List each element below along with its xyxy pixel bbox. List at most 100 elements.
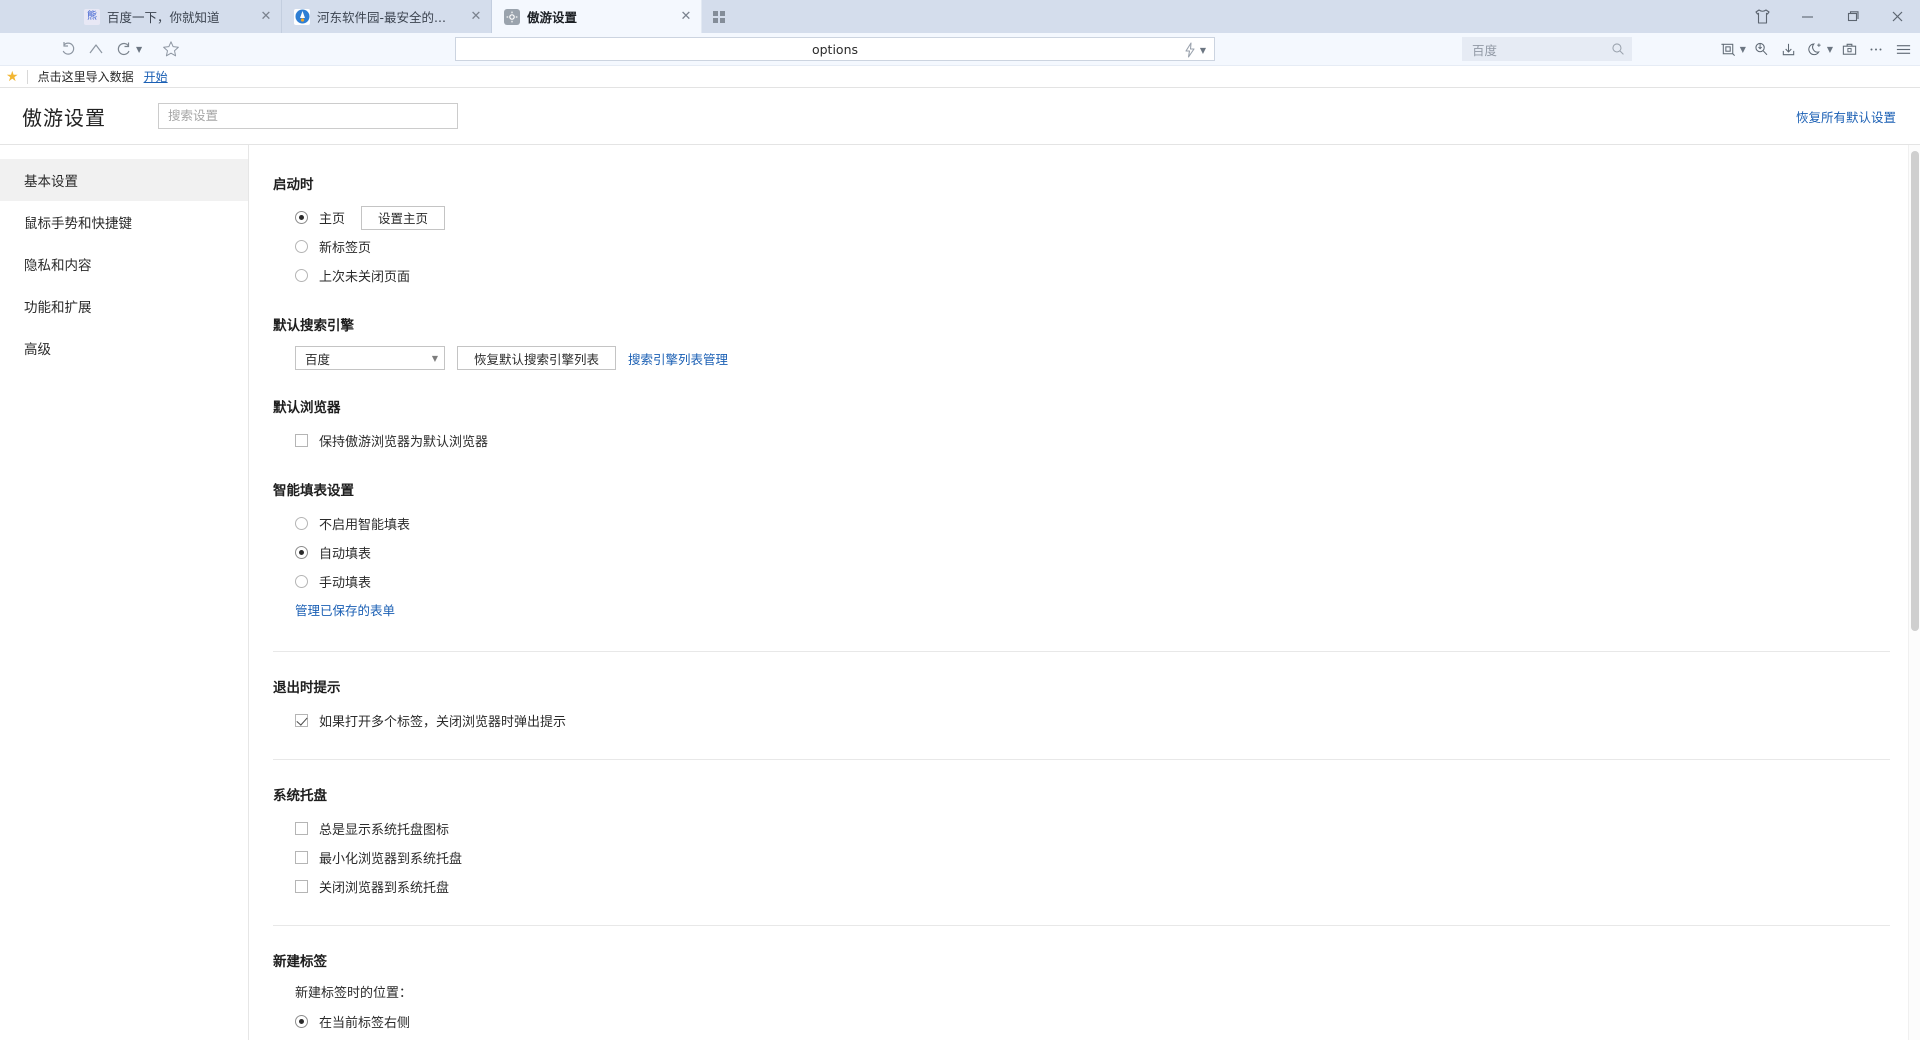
option-label: 主页 [319, 212, 346, 227]
tab-list-button[interactable] [702, 0, 736, 33]
option-label: 最小化浏览器到系统托盘 [319, 852, 463, 867]
radio-icon[interactable] [295, 1015, 308, 1028]
new-tab-option-right-of-current[interactable]: 在当前标签右侧 [273, 1009, 1890, 1034]
chevron-down-icon: ▼ [431, 353, 438, 363]
restore-search-engines-button[interactable]: 恢复默认搜索引擎列表 [457, 346, 617, 370]
browser-tab[interactable]: 熊 百度一下，你就知道 ✕ [72, 0, 282, 33]
sidebar-item-features[interactable]: 功能和扩展 [0, 285, 248, 327]
favorites-star-icon[interactable]: ★ [6, 69, 19, 85]
sidebar-item-basic[interactable]: 基本设置 [0, 159, 248, 201]
content-scrollbar[interactable] [1908, 145, 1920, 1040]
maximize-button[interactable] [1830, 0, 1875, 33]
tray-option-minimize[interactable]: 最小化浏览器到系统托盘 [273, 845, 1890, 870]
manage-search-engines-link[interactable]: 搜索引擎列表管理 [628, 349, 728, 368]
shirt-icon [1755, 9, 1770, 24]
radio-icon[interactable] [295, 269, 308, 282]
night-mode-button[interactable] [1803, 37, 1829, 63]
tab-close-icon[interactable]: ✕ [467, 8, 485, 26]
import-start-link[interactable]: 开始 [144, 68, 168, 85]
refresh-button[interactable] [111, 36, 137, 62]
radio-icon[interactable] [295, 517, 308, 530]
checkbox-icon[interactable] [295, 434, 308, 447]
back-arrow-icon [62, 42, 75, 55]
radio-icon[interactable] [295, 240, 308, 253]
zoom-icon [1755, 42, 1768, 56]
radio-icon[interactable] [295, 546, 308, 559]
checkbox-icon[interactable] [295, 822, 308, 835]
selected-engine: 百度 [305, 351, 331, 367]
screenshot-button[interactable] [1716, 37, 1742, 63]
sidebar-item-privacy[interactable]: 隐私和内容 [0, 243, 248, 285]
chevron-down-icon[interactable]: ▼ [1740, 45, 1746, 54]
address-text: options [811, 41, 859, 57]
tab-close-icon[interactable]: ✕ [677, 8, 695, 26]
minimize-button[interactable] [1785, 0, 1830, 33]
checkbox-icon[interactable] [295, 714, 308, 727]
smart-form-option-manual[interactable]: 手动填表 [273, 569, 1890, 594]
toolbox-icon [1842, 43, 1856, 55]
manage-forms-row: 管理已保存的表单 [273, 600, 1890, 619]
address-input[interactable]: options ▼ [455, 37, 1215, 61]
search-engine-select[interactable]: 百度 ▼ [295, 346, 445, 370]
checkbox-icon[interactable] [295, 880, 308, 893]
radio-icon[interactable] [295, 211, 308, 224]
chevron-down-icon[interactable]: ▼ [1200, 46, 1206, 55]
tray-option-close[interactable]: 关闭浏览器到系统托盘 [273, 874, 1890, 899]
browser-tab[interactable]: 河东软件园-最安全的... ✕ [282, 0, 492, 33]
favorite-button[interactable] [158, 36, 184, 62]
exit-prompt-option[interactable]: 如果打开多个标签，关闭浏览器时弹出提示 [273, 708, 1890, 733]
default-browser-option[interactable]: 保持傲游浏览器为默认浏览器 [273, 428, 1890, 453]
maximize-icon [1847, 11, 1859, 22]
menu-button[interactable] [1890, 37, 1916, 63]
chevron-down-icon[interactable]: ▼ [136, 45, 142, 54]
checkbox-icon[interactable] [295, 851, 308, 864]
nav-buttons: ▼ [55, 36, 184, 62]
toolbox-button[interactable] [1836, 37, 1862, 63]
window-controls [1740, 0, 1920, 33]
option-label: 自动填表 [319, 547, 372, 562]
address-bar-actions: ▼ [1183, 38, 1208, 62]
lightning-icon [1185, 42, 1195, 58]
bookmark-bar: ★ 点击这里导入数据 开始 [0, 66, 1920, 88]
screenshot-icon [1721, 43, 1736, 57]
toolbar-search[interactable]: 百度 [1462, 37, 1632, 61]
forward-button[interactable] [83, 36, 109, 62]
smart-form-option-auto[interactable]: 自动填表 [273, 540, 1890, 565]
toolbar-right-icons: ▼ ▼ [1716, 33, 1916, 66]
manage-saved-forms-link[interactable]: 管理已保存的表单 [295, 603, 395, 618]
back-button[interactable] [55, 36, 81, 62]
radio-icon[interactable] [295, 575, 308, 588]
sidebar-item-label: 隐私和内容 [24, 258, 92, 274]
section-default-browser: 默认浏览器 保持傲游浏览器为默认浏览器 [273, 396, 1890, 453]
startup-option-lastsession[interactable]: 上次未关闭页面 [273, 263, 1890, 288]
gear-favicon [504, 8, 520, 25]
more-button[interactable] [1863, 37, 1889, 63]
startup-option-homepage[interactable]: 主页 设置主页 [273, 205, 1890, 230]
skin-button[interactable] [1740, 0, 1785, 33]
set-homepage-button[interactable]: 设置主页 [361, 205, 446, 230]
scrollbar-thumb[interactable] [1911, 151, 1919, 631]
browser-tab-active[interactable]: 傲游设置 ✕ [492, 0, 702, 33]
tab-close-icon[interactable]: ✕ [257, 8, 275, 26]
search-input[interactable]: 百度 [1462, 37, 1632, 61]
close-button[interactable] [1875, 0, 1920, 33]
search-placeholder: 百度 [1472, 42, 1498, 58]
sidebar-item-advanced[interactable]: 高级 [0, 327, 248, 369]
zoom-button[interactable] [1749, 37, 1775, 63]
startup-option-newtab[interactable]: 新标签页 [273, 234, 1890, 259]
smart-form-option-disabled[interactable]: 不启用智能填表 [273, 511, 1890, 536]
divider [273, 925, 1890, 926]
reset-all-settings-link[interactable]: 恢复所有默认设置 [1796, 107, 1896, 126]
settings-search-input[interactable] [158, 103, 458, 129]
more-icon [1870, 48, 1882, 51]
chevron-down-icon[interactable]: ▼ [1827, 45, 1833, 54]
section-new-tab: 新建标签 新建标签时的位置： 在当前标签右侧 在所有标签右侧 [273, 950, 1890, 1040]
sidebar-item-label: 功能和扩展 [24, 300, 92, 316]
option-label: 总是显示系统托盘图标 [319, 823, 450, 838]
navigation-toolbar: ▼ options ▼ 百度 ▼ ▼ [0, 33, 1920, 66]
tray-option-always-show[interactable]: 总是显示系统托盘图标 [273, 816, 1890, 841]
address-bar[interactable]: options ▼ [455, 37, 1215, 61]
divider [273, 651, 1890, 652]
download-button[interactable] [1776, 37, 1802, 63]
sidebar-item-gestures[interactable]: 鼠标手势和快捷键 [0, 201, 248, 243]
